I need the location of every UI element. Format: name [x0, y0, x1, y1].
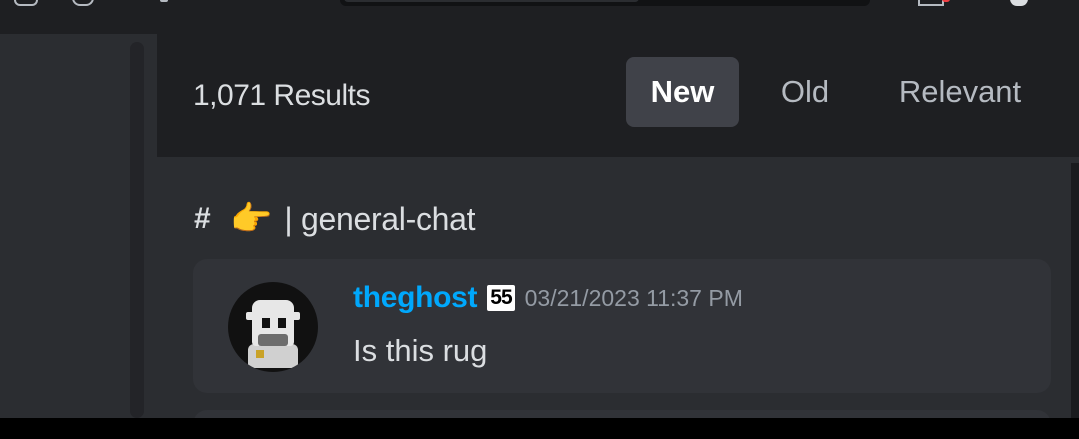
pin-icon[interactable] — [160, 0, 168, 2]
server-tag-badge: 55 — [487, 285, 515, 311]
tab-relevant[interactable]: Relevant — [885, 57, 1035, 127]
message-content: Is this rug — [353, 333, 488, 368]
text-channel-icon: # — [194, 202, 211, 235]
search-results-header: 1,071 Results New Old Relevant — [157, 34, 1079, 157]
search-results-list: # 👉 | general-chat theghost 55 03/21/202… — [157, 157, 1079, 430]
tab-old[interactable]: Old — [767, 57, 843, 127]
avatar-eye — [262, 318, 270, 328]
channel-name: | general-chat — [284, 201, 475, 238]
message-header: theghost 55 03/21/2023 11:37 PM — [353, 281, 743, 315]
content-scrollbar[interactable] — [130, 42, 144, 418]
results-scrollbar[interactable] — [1071, 163, 1079, 418]
search-query-fill — [344, 0, 639, 2]
username[interactable]: theghost — [353, 281, 478, 315]
channel-heading[interactable]: # 👉 | general-chat — [194, 197, 476, 241]
thread-icon[interactable] — [14, 0, 38, 6]
avatar-mask — [258, 334, 288, 346]
avatar[interactable] — [228, 282, 318, 372]
timestamp: 03/21/2023 11:37 PM — [524, 284, 743, 311]
top-bar — [0, 0, 1079, 34]
inbox-icon[interactable] — [918, 0, 950, 6]
pointing-hand-icon: 👉 — [230, 200, 273, 238]
avatar-accent — [256, 350, 264, 358]
tab-new[interactable]: New — [626, 57, 739, 127]
help-icon[interactable] — [1010, 0, 1028, 6]
channel-name-text: general-chat — [300, 200, 476, 237]
channel-separator: | — [284, 200, 293, 237]
avatar-headband — [246, 312, 300, 320]
avatar-eye — [278, 318, 286, 328]
bottom-letterbox — [0, 418, 1079, 439]
unread-dot — [942, 0, 950, 2]
results-count: 1,071 Results — [193, 79, 370, 112]
notification-bell-icon[interactable] — [72, 0, 94, 6]
search-result-message[interactable]: theghost 55 03/21/2023 11:37 PM Is this … — [193, 259, 1051, 393]
